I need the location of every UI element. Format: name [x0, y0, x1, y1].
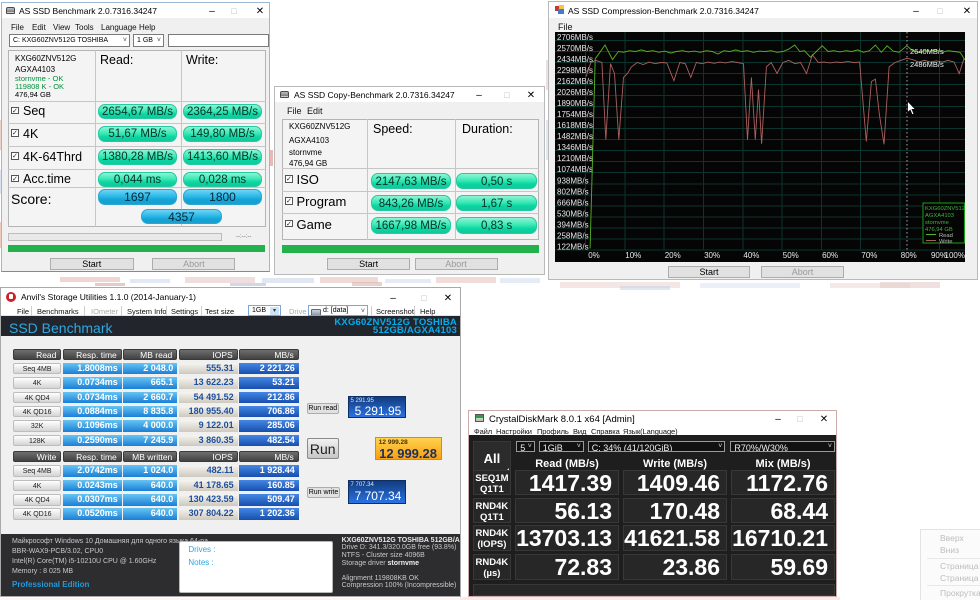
- svg-text:50%: 50%: [783, 251, 799, 260]
- svg-text:30%: 30%: [704, 251, 720, 260]
- svg-text:530MB/s: 530MB/s: [557, 209, 589, 218]
- svg-text:2706MB/s: 2706MB/s: [557, 33, 593, 42]
- svg-text:1346MB/s: 1346MB/s: [557, 143, 593, 152]
- svg-text:40%: 40%: [743, 251, 759, 260]
- svg-text:802MB/s: 802MB/s: [557, 187, 589, 196]
- svg-text:10%: 10%: [625, 251, 641, 260]
- svg-text:0%: 0%: [588, 251, 600, 260]
- svg-text:1074MB/s: 1074MB/s: [557, 165, 593, 174]
- svg-text:1890MB/s: 1890MB/s: [557, 99, 593, 108]
- svg-text:70%: 70%: [861, 251, 877, 260]
- svg-text:1482MB/s: 1482MB/s: [557, 132, 593, 141]
- svg-text:100%: 100%: [945, 251, 965, 260]
- svg-text:20%: 20%: [665, 251, 681, 260]
- svg-text:1210MB/s: 1210MB/s: [557, 154, 593, 163]
- svg-text:258MB/s: 258MB/s: [557, 231, 589, 240]
- svg-text:Write: Write: [939, 239, 952, 245]
- svg-text:2026MB/s: 2026MB/s: [557, 88, 593, 97]
- svg-text:2640MB/s: 2640MB/s: [910, 47, 944, 56]
- svg-text:KXG60ZNV512G TO: KXG60ZNV512G TO: [925, 206, 965, 212]
- svg-text:1754MB/s: 1754MB/s: [557, 110, 593, 119]
- svg-text:stornvme: stornvme: [925, 220, 949, 226]
- svg-text:1618MB/s: 1618MB/s: [557, 121, 593, 130]
- svg-text:2570MB/s: 2570MB/s: [557, 44, 593, 53]
- svg-text:122MB/s: 122MB/s: [557, 242, 589, 251]
- svg-text:2434MB/s: 2434MB/s: [557, 55, 593, 64]
- svg-text:AGXA4103: AGXA4103: [925, 213, 954, 219]
- svg-text:938MB/s: 938MB/s: [557, 176, 589, 185]
- svg-text:666MB/s: 666MB/s: [557, 198, 589, 207]
- svg-text:2486MB/s: 2486MB/s: [910, 60, 944, 69]
- svg-text:60%: 60%: [822, 251, 838, 260]
- svg-text:80%: 80%: [901, 251, 917, 260]
- svg-text:2298MB/s: 2298MB/s: [557, 66, 593, 75]
- svg-text:394MB/s: 394MB/s: [557, 220, 589, 229]
- svg-text:2162MB/s: 2162MB/s: [557, 77, 593, 86]
